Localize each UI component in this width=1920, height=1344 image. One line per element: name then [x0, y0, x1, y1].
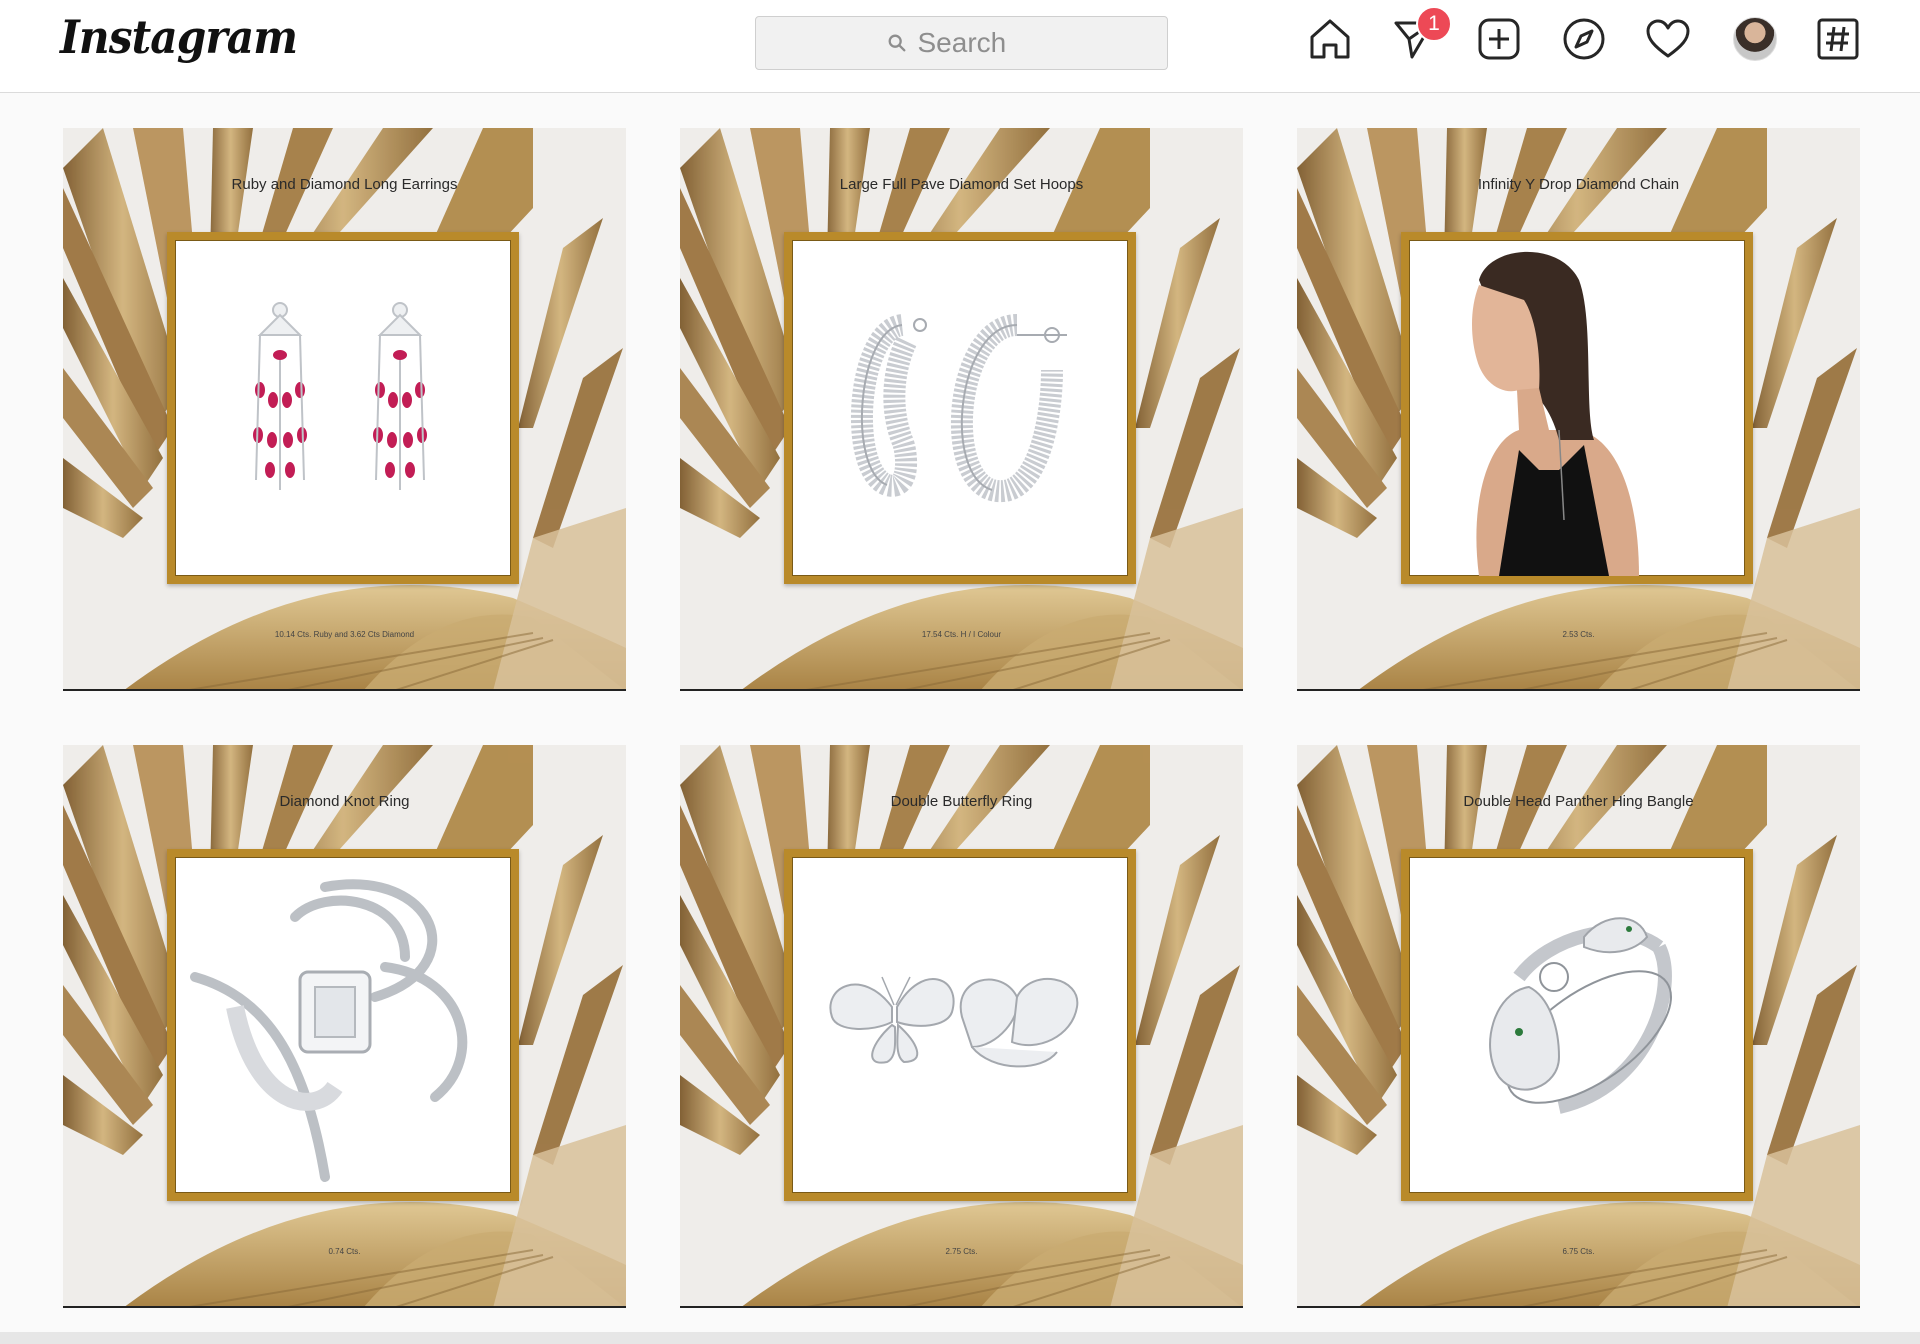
post-title: Diamond Knot Ring — [279, 793, 410, 810]
post-caption: 10.14 Cts. Ruby and 3.62 Cts Diamond — [274, 630, 415, 639]
post-caption: 6.75 Cts. — [1562, 1247, 1595, 1256]
post-tile[interactable]: Diamond Knot Ring 0.74 Cts. — [63, 745, 626, 1308]
explore-icon[interactable] — [1560, 15, 1608, 63]
post-tile[interactable]: Ruby and Diamond Long Earrings 10.14 Cts… — [63, 128, 626, 691]
post-tile[interactable]: Large Full Pave Diamond Set Hoops 17.54 … — [680, 128, 1243, 691]
home-icon[interactable] — [1306, 15, 1354, 63]
post-caption: 2.75 Cts. — [945, 1247, 978, 1256]
post-caption: 0.74 Cts. — [328, 1247, 361, 1256]
search-input[interactable] — [917, 27, 1038, 59]
post-tile[interactable]: Double Head Panther Hing Bangle 6.75 Cts… — [1297, 745, 1860, 1308]
product-image-butterfly-ring — [784, 849, 1136, 1201]
product-image-ruby-earrings — [167, 232, 519, 584]
activity-heart-icon[interactable] — [1644, 15, 1692, 63]
product-image-knot-ring — [167, 849, 519, 1201]
post-tile[interactable]: Infinity Y Drop Diamond Chain 2.53 Cts. — [1297, 128, 1860, 691]
top-navigation-bar: Instagram 1 — [0, 0, 1920, 93]
search-icon — [888, 34, 905, 52]
post-caption: 2.53 Cts. — [1562, 630, 1595, 639]
post-title: Large Full Pave Diamond Set Hoops — [839, 176, 1084, 193]
horizontal-scrollbar-track[interactable] — [0, 1332, 1920, 1344]
post-title: Double Head Panther Hing Bangle — [1463, 793, 1694, 810]
notification-badge: 1 — [1416, 6, 1452, 42]
post-title: Infinity Y Drop Diamond Chain — [1477, 176, 1680, 193]
post-caption: 17.54 Cts. H / I Colour — [921, 630, 1002, 639]
post-title: Double Butterfly Ring — [890, 793, 1033, 810]
product-image-pave-hoops — [784, 232, 1136, 584]
search-box[interactable] — [755, 16, 1168, 70]
instagram-logo[interactable]: Instagram — [60, 10, 298, 64]
product-image-model-chain — [1401, 232, 1753, 584]
post-title: Ruby and Diamond Long Earrings — [231, 176, 458, 193]
hashtag-icon[interactable] — [1814, 15, 1862, 63]
new-post-icon[interactable] — [1475, 15, 1523, 63]
product-image-panther-bangle — [1401, 849, 1753, 1201]
post-tile[interactable]: Double Butterfly Ring 2.75 Cts. — [680, 745, 1243, 1308]
profile-avatar[interactable] — [1733, 17, 1777, 61]
